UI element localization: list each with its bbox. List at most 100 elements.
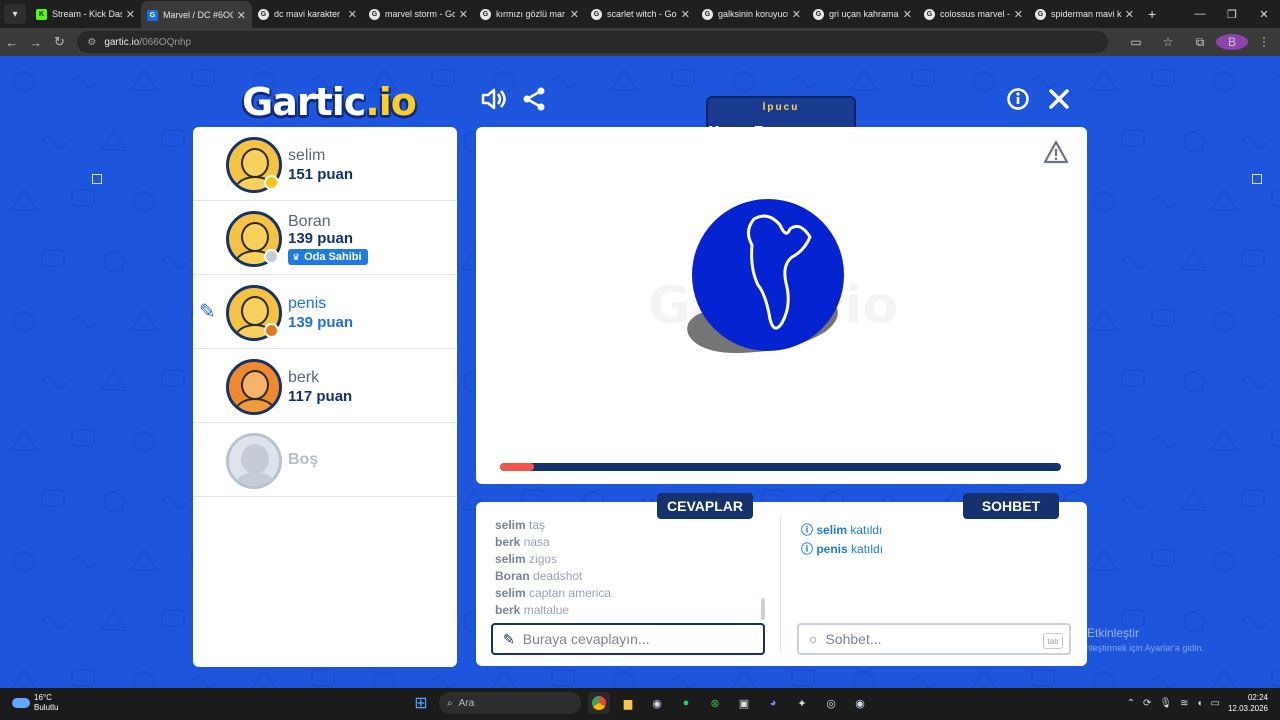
bookmark-star-icon[interactable]: ☆ bbox=[1152, 35, 1184, 49]
obs-icon[interactable]: ◎ bbox=[820, 692, 842, 714]
url-field[interactable]: ⚙ gartic.io/066OQnhp bbox=[77, 31, 1108, 53]
answer-item: Boran deadshot bbox=[495, 568, 755, 585]
profile-avatar[interactable]: B bbox=[1216, 34, 1248, 50]
site-info-icon[interactable]: ⚙ bbox=[87, 37, 96, 48]
players-panel: selim 151 puan Boran 139 puan ♛ Oda Sahibi ✎ pe… bbox=[193, 127, 457, 667]
browser-tab[interactable]: G Marvel / DC #6OO ✕ bbox=[141, 1, 252, 29]
tab-close-icon[interactable]: ✕ bbox=[126, 8, 135, 21]
browser-tab[interactable]: K Stream - Kick Das ✕ bbox=[30, 1, 141, 27]
tray-sync-icon[interactable]: ⟳ bbox=[1143, 698, 1151, 709]
answers-scrollbar[interactable] bbox=[761, 598, 765, 620]
browser-tab-label: galksinin koruyucu bbox=[718, 9, 788, 19]
panel-divider bbox=[780, 516, 781, 652]
app-icon[interactable]: ✦ bbox=[791, 692, 813, 714]
info-circle-icon: ⓘ bbox=[801, 542, 817, 556]
drawing-canvas[interactable]: Gartic.io bbox=[476, 127, 1087, 484]
weather-temp: 16°C bbox=[34, 693, 52, 702]
store-icon[interactable]: ▣ bbox=[733, 692, 755, 714]
clock[interactable]: 02:24 12.03.2026 bbox=[1228, 692, 1268, 714]
info-icon[interactable] bbox=[1007, 88, 1029, 116]
tab-close-icon[interactable]: ✕ bbox=[903, 8, 912, 21]
weather-widget[interactable]: 16°C Bulutlu bbox=[12, 693, 58, 713]
start-icon[interactable]: ⊞ bbox=[410, 692, 432, 714]
steam-icon-2[interactable]: ◉ bbox=[849, 692, 871, 714]
info-circle-icon: ⓘ bbox=[801, 523, 817, 537]
tab-close-icon[interactable]: ✕ bbox=[1125, 8, 1134, 21]
battery-icon[interactable]: ▭ bbox=[1211, 698, 1220, 709]
gartic-logo: Gartic.io bbox=[242, 80, 417, 124]
report-warning-icon[interactable] bbox=[1043, 140, 1069, 169]
answer-user: selim bbox=[495, 518, 526, 532]
clock-date: 12.03.2026 bbox=[1227, 704, 1268, 713]
tab-close-icon[interactable]: ✕ bbox=[1014, 8, 1023, 21]
close-window-button[interactable]: ✕ bbox=[1248, 8, 1280, 21]
cast-icon[interactable]: ▭ bbox=[1120, 35, 1152, 49]
maximize-button[interactable]: ❐ bbox=[1216, 8, 1248, 21]
wifi-icon[interactable]: ≋ bbox=[1180, 698, 1188, 709]
google-favicon-icon: G bbox=[480, 8, 491, 20]
microphone-icon[interactable]: 🎙 bbox=[1159, 698, 1172, 709]
tab-close-icon[interactable]: ✕ bbox=[237, 9, 246, 22]
answer-item: selim captan america bbox=[495, 585, 755, 602]
browser-tab[interactable]: Gspiderman mavi k ✕ bbox=[1029, 1, 1140, 27]
search-icon: ○ bbox=[809, 631, 818, 647]
status-dot bbox=[264, 175, 279, 190]
browser-tab[interactable]: Gcolossus marvel - ✕ bbox=[918, 1, 1029, 27]
windows-activation-title: Windows'u Etkinleştir bbox=[1026, 626, 1139, 640]
browser-tab[interactable]: Gscarlet witch - Goo ✕ bbox=[585, 1, 696, 27]
browser-tab-label: kırmızı gözlü mar bbox=[496, 9, 566, 19]
player-row[interactable]: selim 151 puan bbox=[193, 127, 457, 201]
url-path: /066OQnhp bbox=[139, 36, 192, 48]
xbox-icon[interactable]: ⊗ bbox=[704, 692, 726, 714]
browser-tab[interactable]: Ggri uçan kahraman ✕ bbox=[807, 1, 918, 27]
spotify-icon[interactable]: ● bbox=[675, 692, 697, 714]
close-room-icon[interactable] bbox=[1048, 88, 1070, 116]
player-row[interactable]: Boran 139 puan ♛ Oda Sahibi bbox=[193, 201, 457, 275]
sound-icon[interactable] bbox=[480, 86, 506, 118]
extensions-icon[interactable]: ⧉ bbox=[1184, 35, 1216, 50]
chat-tab[interactable]: SOHBET bbox=[963, 493, 1059, 519]
browser-tab[interactable]: Gmarvel storm - Go ✕ bbox=[363, 1, 474, 27]
player-row[interactable]: berk 117 puan bbox=[193, 349, 457, 423]
answer-input[interactable]: ✎ Buraya cevaplayın... bbox=[491, 623, 765, 655]
folder-icon[interactable]: ▆ bbox=[617, 692, 639, 714]
answers-tab[interactable]: CEVAPLAR bbox=[657, 493, 753, 519]
forward-icon[interactable]: → bbox=[24, 35, 48, 50]
steam-icon[interactable]: ◉ bbox=[646, 692, 668, 714]
tab-close-icon[interactable]: ✕ bbox=[792, 8, 801, 21]
answer-placeholder: Buraya cevaplayın... bbox=[522, 631, 650, 647]
player-name: berk bbox=[288, 369, 320, 386]
minimize-button[interactable]: — bbox=[1184, 8, 1216, 20]
reload-icon[interactable]: ↻ bbox=[48, 34, 72, 50]
answer-text: captan america bbox=[529, 586, 612, 600]
tab-close-icon[interactable]: ✕ bbox=[681, 8, 690, 21]
game-page: Gartic.io İpucu MT selim151 puanBoran139… bbox=[0, 56, 1280, 688]
answer-user: berk bbox=[495, 603, 521, 617]
tray-chevron-icon[interactable]: ⌃ bbox=[1127, 698, 1135, 709]
chat-text: katıldı bbox=[851, 542, 884, 556]
browser-tab-label: gri uçan kahraman bbox=[829, 9, 899, 19]
browser-tab[interactable]: Ggalksinin koruyucu ✕ bbox=[696, 1, 807, 27]
browser-tab[interactable]: Gkırmızı gözlü mar ✕ bbox=[474, 1, 585, 27]
status-dot bbox=[264, 249, 279, 264]
tab-close-icon[interactable]: ✕ bbox=[459, 8, 468, 21]
browser-tab-label: scarlet witch - Goo bbox=[607, 9, 677, 19]
player-score: 117 puan bbox=[288, 388, 353, 405]
avatar bbox=[226, 359, 282, 415]
browser-tab[interactable]: Gdc mavi karakter ✕ bbox=[252, 1, 363, 27]
answer-user: berk bbox=[495, 535, 521, 549]
discord-icon[interactable]: ◕ bbox=[762, 692, 784, 714]
player-row[interactable]: ✎ penis 139 puan bbox=[193, 275, 457, 349]
share-icon[interactable] bbox=[522, 87, 546, 117]
back-icon[interactable]: ← bbox=[0, 35, 24, 50]
taskbar-search[interactable]: ⌕ Ara bbox=[439, 692, 581, 714]
chat-user: selim bbox=[816, 523, 848, 537]
tab-close-icon[interactable]: ✕ bbox=[348, 8, 357, 21]
answer-item: berk maltalue bbox=[495, 602, 755, 619]
new-tab-button[interactable]: + bbox=[1148, 6, 1156, 22]
tab-search-button[interactable]: ▾ bbox=[4, 4, 26, 24]
chrome-icon[interactable] bbox=[588, 692, 610, 714]
volume-icon[interactable]: ◖ bbox=[1196, 698, 1202, 709]
browser-menu-icon[interactable]: ⋮ bbox=[1248, 35, 1280, 49]
tab-close-icon[interactable]: ✕ bbox=[570, 8, 579, 21]
